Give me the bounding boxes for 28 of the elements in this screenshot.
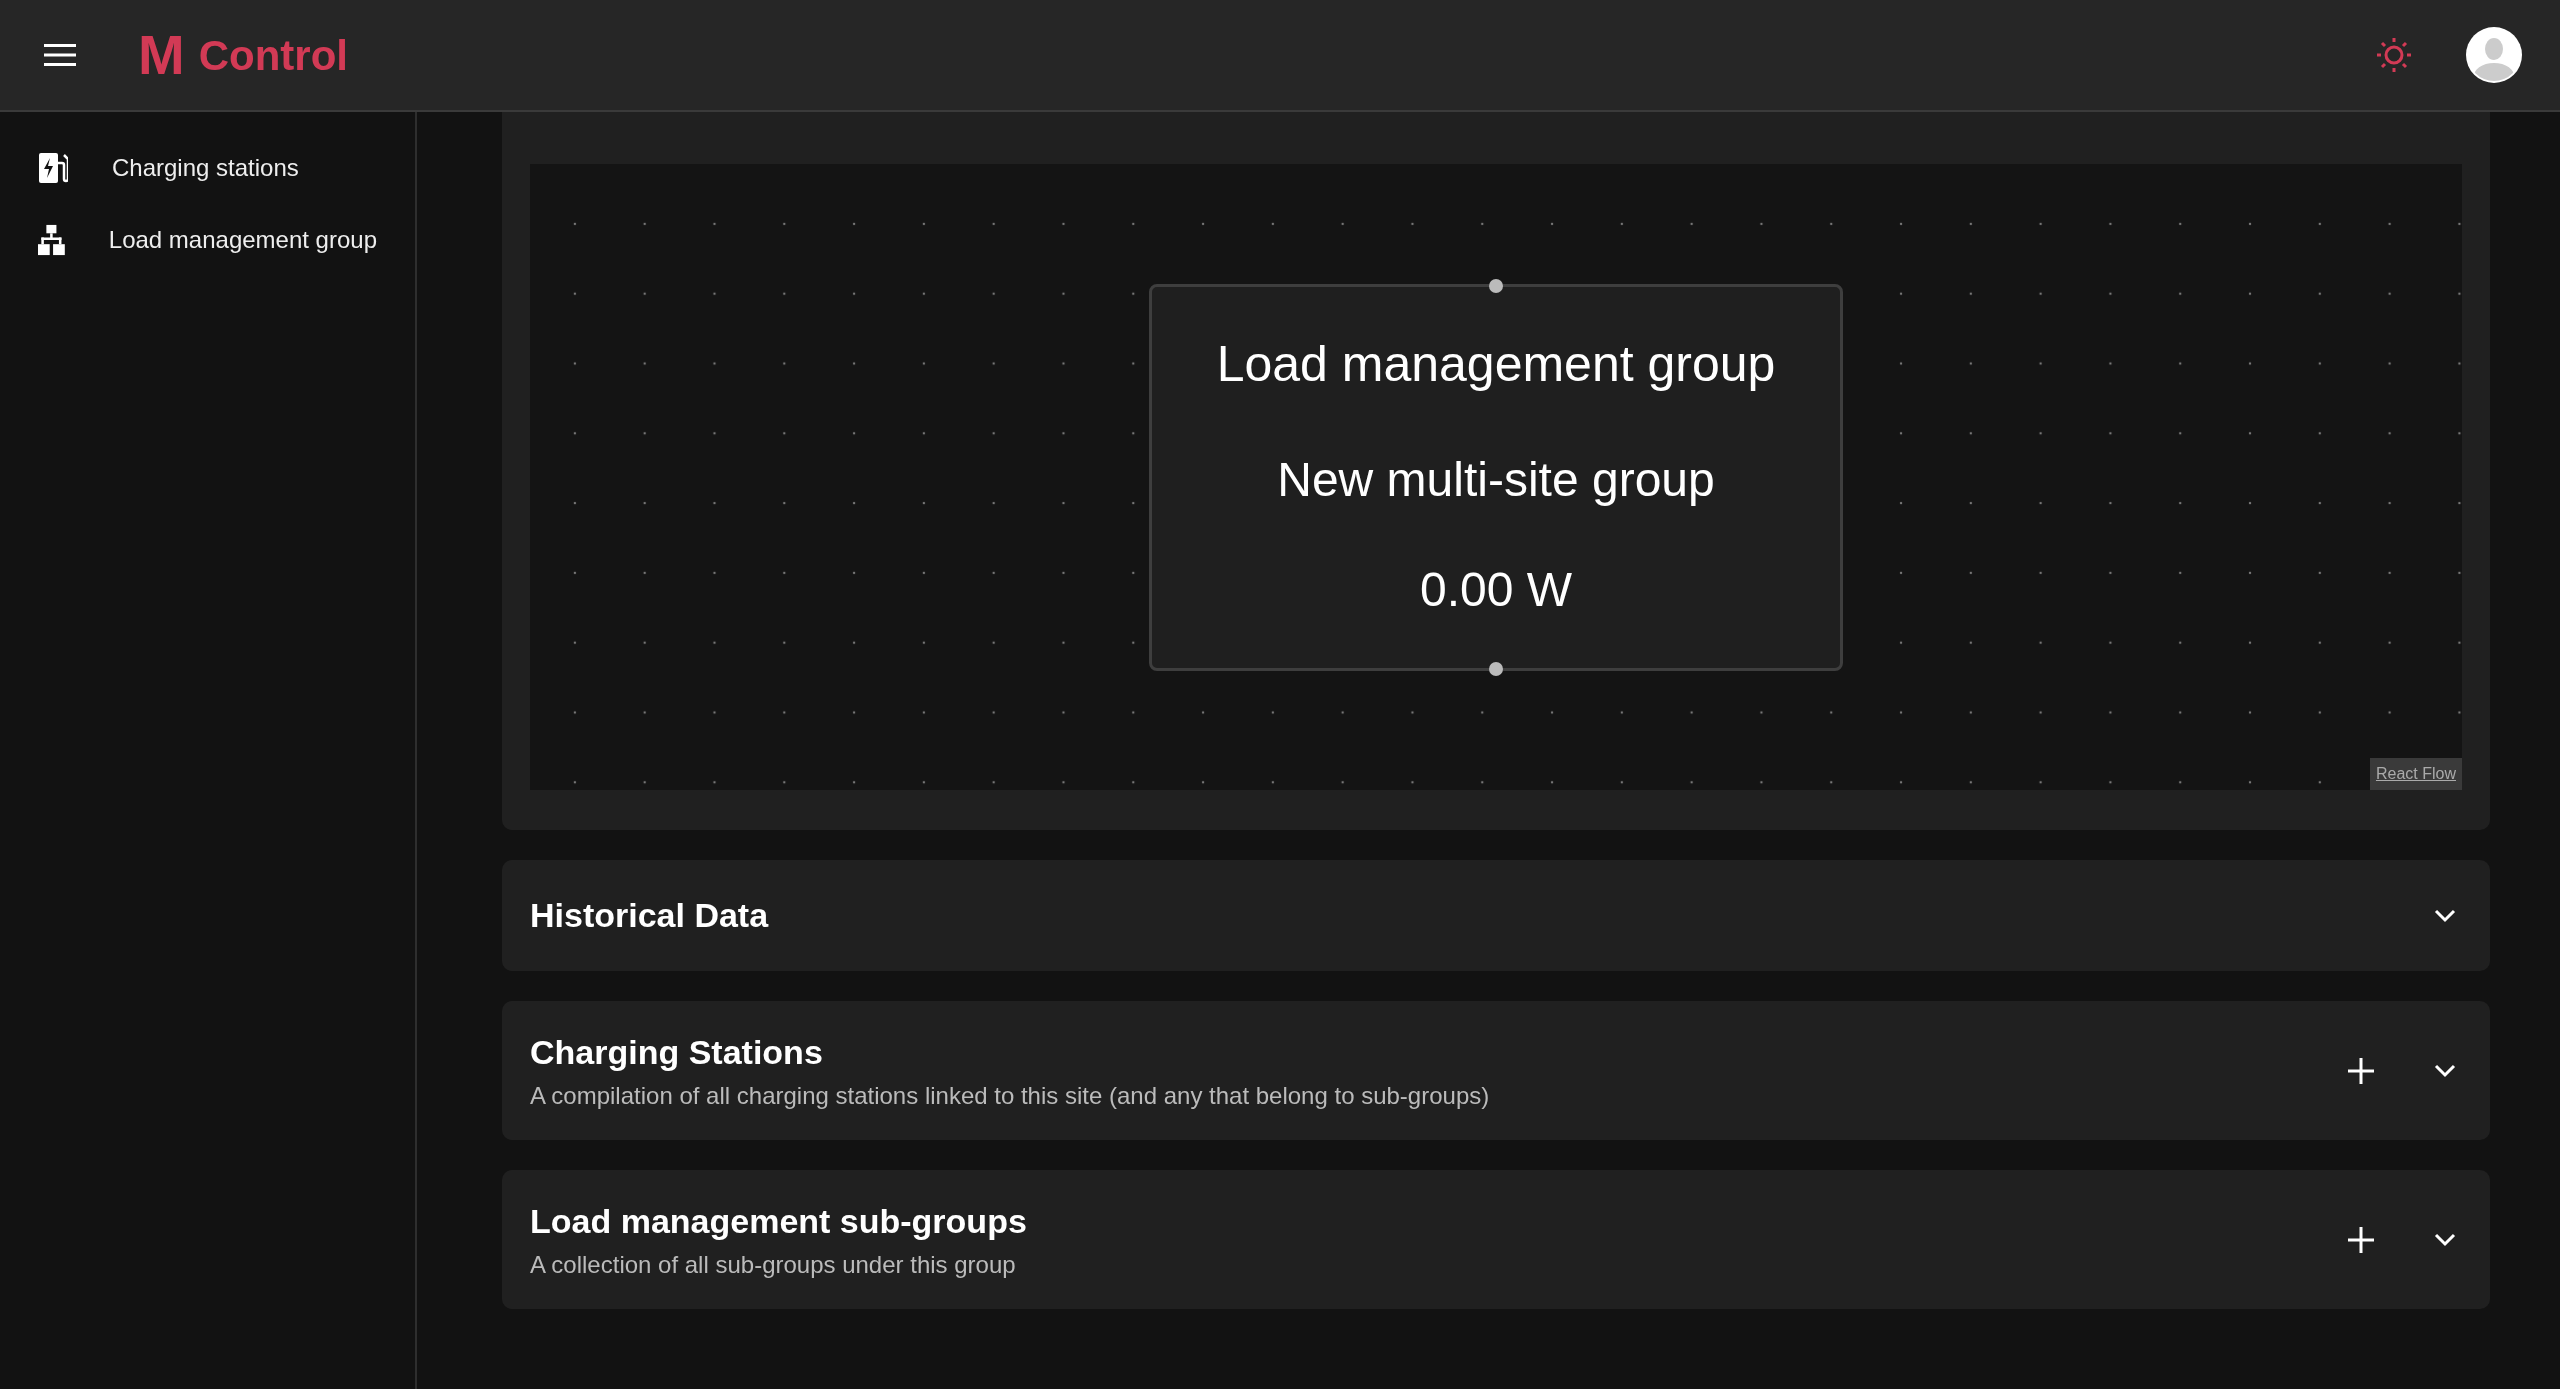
section-title: Load management sub-groups xyxy=(530,1201,1028,1242)
connection-handle[interactable] xyxy=(1489,278,1503,293)
plus-icon xyxy=(2348,1057,2374,1084)
sidebar-item[interactable]: Load management group xyxy=(0,204,415,276)
section-header[interactable]: Charging Stations A compilation of all charging stations linked to this site (and any that belong to sub-groups) xyxy=(502,1001,2490,1140)
node-name: New multi-site group xyxy=(1276,451,1716,508)
chevron-icon xyxy=(2434,908,2456,923)
attribution-link[interactable]: React Flow xyxy=(2369,758,2462,790)
section-header[interactable]: Historical Data xyxy=(502,860,2490,971)
plus-icon xyxy=(2348,1226,2374,1253)
logo-text: Control xyxy=(198,30,348,81)
node-title: Load management group xyxy=(1215,334,1777,394)
charging-station-icon xyxy=(38,151,68,185)
section-title: Historical Data xyxy=(530,895,770,936)
node-power: 0.00 W xyxy=(1418,561,1574,618)
hierarchy-icon xyxy=(38,222,65,258)
avatar[interactable] xyxy=(2466,27,2522,83)
chevron-icon xyxy=(2434,1232,2456,1247)
section-title: Charging Stations xyxy=(530,1032,824,1073)
sidebar-item[interactable]: Charging stations xyxy=(0,132,415,204)
flow-node[interactable]: Load management group New multi-site group 0.00 W xyxy=(1149,283,1843,671)
chevron-icon xyxy=(2434,1063,2456,1078)
section-description: A compilation of all charging stations linked to this site (and any that belong to sub-groups) xyxy=(530,1081,1491,1111)
section-header[interactable]: Load management sub-groups A collection of all sub-groups under this group xyxy=(502,1170,2490,1309)
sun-icon xyxy=(2376,37,2412,73)
menu-icon xyxy=(44,44,76,66)
logo-mark: M xyxy=(138,27,183,83)
section-description: A collection of all sub-groups under this group xyxy=(530,1250,1017,1280)
